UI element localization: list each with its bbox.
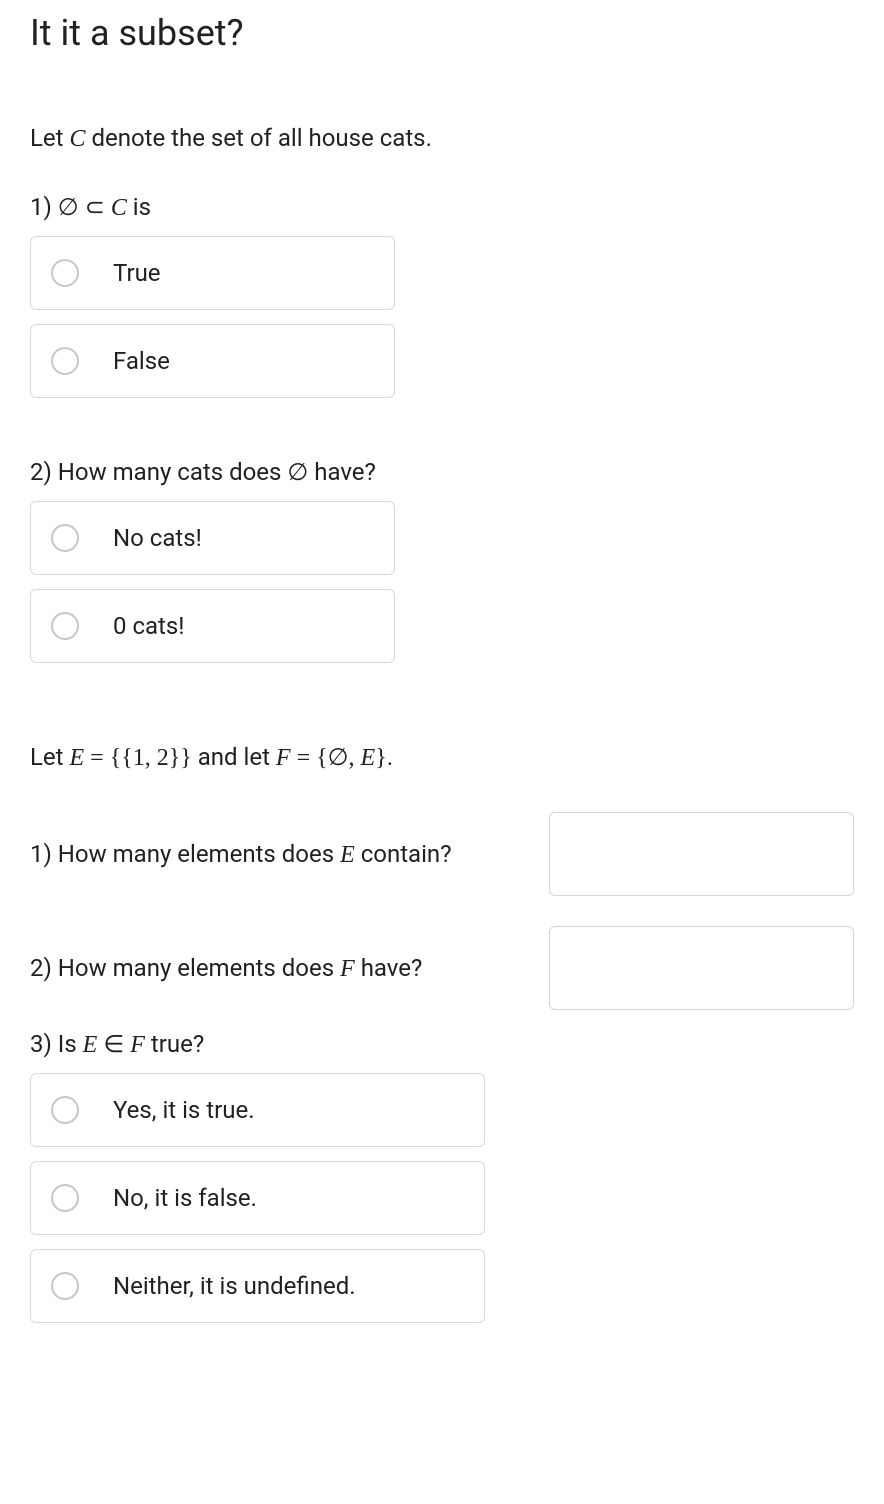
q2-pre: 2) How many cats does xyxy=(30,458,287,486)
q4-input[interactable] xyxy=(549,926,854,1010)
q5-option-no-label: No, it is false. xyxy=(113,1184,257,1212)
radio-icon xyxy=(51,612,79,640)
intro2-eq2: = xyxy=(291,745,317,771)
question-1: 1) ∅ ⊂ C is True False xyxy=(30,193,854,398)
q5-F: F xyxy=(130,1032,145,1058)
question-2: 2) How many cats does ∅ have? No cats! 0… xyxy=(30,458,854,663)
q3-input[interactable] xyxy=(549,812,854,896)
q1-var-C: C xyxy=(111,195,127,221)
question-5: 3) Is E ∈ F true? Yes, it is true. No, i… xyxy=(30,1030,854,1323)
radio-icon xyxy=(51,1184,79,1212)
radio-icon xyxy=(51,1272,79,1300)
intro-1: Let C denote the set of all house cats. xyxy=(30,124,854,153)
intro2-pre: Let xyxy=(30,743,69,771)
radio-icon xyxy=(51,259,79,287)
q5-post: true? xyxy=(145,1030,204,1058)
q2-option-no-cats-label: No cats! xyxy=(113,524,202,552)
radio-icon xyxy=(51,347,79,375)
q5-E: E xyxy=(83,1032,98,1058)
q1-post: is xyxy=(127,193,151,221)
intro1-var-C: C xyxy=(69,126,85,152)
intro2-eq1: = xyxy=(84,745,110,771)
radio-icon xyxy=(51,524,79,552)
question-3: 1) How many elements does E contain? xyxy=(30,812,854,896)
q2-option-no-cats[interactable]: No cats! xyxy=(30,501,395,575)
q4-post: have? xyxy=(355,954,423,982)
q2-option-0-cats-label: 0 cats! xyxy=(113,612,184,640)
q2-option-0-cats[interactable]: 0 cats! xyxy=(30,589,395,663)
intro1-post: denote the set of all house cats. xyxy=(85,124,431,152)
intro1-pre: Let xyxy=(30,124,69,152)
worksheet-page: It it a subset? Let C denote the set of … xyxy=(0,0,884,1413)
q5-option-no[interactable]: No, it is false. xyxy=(30,1161,485,1235)
question-4: 2) How many elements does F have? xyxy=(30,926,854,1010)
q4-pre: 2) How many elements does xyxy=(30,954,340,982)
intro2-F: F xyxy=(276,745,291,771)
q3-post: contain? xyxy=(355,840,452,868)
q1-option-true-label: True xyxy=(113,259,161,287)
intro2-Fset: {∅, E} xyxy=(316,745,387,771)
q1-num: 1) xyxy=(30,193,58,221)
intro-2: Let E = {{1, 2}} and let F = {∅, E}. xyxy=(30,743,854,772)
q5-pre: 3) Is xyxy=(30,1030,83,1058)
q5-label: 3) Is E ∈ F true? xyxy=(30,1030,854,1059)
q4-label: 2) How many elements does F have? xyxy=(30,954,529,983)
q2-emptyset: ∅ xyxy=(287,460,308,486)
q2-label: 2) How many cats does ∅ have? xyxy=(30,458,854,487)
q5-option-yes[interactable]: Yes, it is true. xyxy=(30,1073,485,1147)
q1-option-false[interactable]: False xyxy=(30,324,395,398)
q1-label: 1) ∅ ⊂ C is xyxy=(30,193,854,222)
q1-option-true[interactable]: True xyxy=(30,236,395,310)
page-title: It it a subset? xyxy=(30,12,854,54)
q5-option-neither-label: Neither, it is undefined. xyxy=(113,1272,356,1300)
q3-label: 1) How many elements does E contain? xyxy=(30,840,529,869)
q1-option-false-label: False xyxy=(113,347,170,375)
q1-subset: ⊂ xyxy=(79,195,111,221)
q3-var-E: E xyxy=(340,842,355,868)
q2-post: have? xyxy=(308,458,376,486)
intro2-dot: . xyxy=(387,743,393,771)
q5-option-neither[interactable]: Neither, it is undefined. xyxy=(30,1249,485,1323)
intro2-Eset: {{1, 2}} xyxy=(110,745,192,771)
intro2-E: E xyxy=(69,745,84,771)
q1-emptyset: ∅ xyxy=(58,195,79,221)
q4-var-F: F xyxy=(340,956,355,982)
intro2-mid: and let xyxy=(192,743,276,771)
q3-pre: 1) How many elements does xyxy=(30,840,340,868)
radio-icon xyxy=(51,1096,79,1124)
q5-option-yes-label: Yes, it is true. xyxy=(113,1096,255,1124)
q5-in: ∈ xyxy=(97,1032,130,1058)
